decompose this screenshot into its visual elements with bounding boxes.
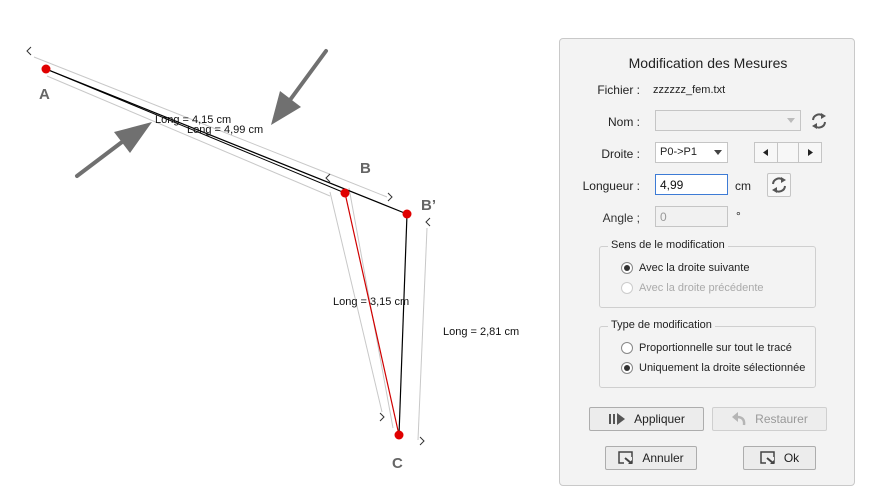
name-label: Nom : (607, 115, 640, 129)
label-point-b: B (360, 160, 371, 177)
next-line-button[interactable] (798, 142, 822, 163)
radio-selected-line-only[interactable] (621, 362, 633, 374)
type-group: Type de modification Proportionnelle sur… (599, 319, 816, 388)
ok-icon (760, 451, 775, 464)
cancel-icon (618, 451, 634, 464)
option-previous-line[interactable]: Avec la droite précédente (639, 282, 764, 294)
segment-b-prime-c[interactable] (398, 213, 408, 436)
undo-arrow-icon (732, 412, 746, 426)
point-b-prime[interactable] (402, 209, 412, 219)
direction-group-title: Sens de le modification (608, 239, 728, 251)
label-point-b-prime: B’ (421, 197, 436, 214)
angle-label: Angle ; (602, 211, 640, 225)
previous-line-button[interactable] (754, 142, 778, 163)
arrow-icon (271, 49, 328, 125)
line-dropdown[interactable]: P0->P1 (655, 142, 728, 163)
option-next-line[interactable]: Avec la droite suivante (639, 262, 749, 274)
angle-value: 0 (660, 210, 667, 224)
cancel-label: Annuler (642, 451, 684, 465)
apply-arrow-icon (609, 413, 626, 425)
segment-a-b-modified[interactable] (45, 68, 408, 215)
recalculate-button[interactable] (767, 173, 791, 197)
line-label: Droite : (601, 147, 640, 161)
restore-label: Restaurer (755, 412, 808, 426)
dialog-title: Modification des Mesures (628, 55, 788, 71)
apply-button[interactable]: Appliquer (589, 407, 704, 431)
radio-previous-line[interactable] (621, 282, 633, 294)
cancel-button[interactable]: Annuler (605, 446, 697, 470)
measure-bc-modified: Long = 2,81 cm (443, 326, 519, 338)
point-b[interactable] (340, 188, 350, 198)
radio-proportional[interactable] (621, 342, 633, 354)
drawing-canvas[interactable]: A B B’ C Long = 4,15 cm Long = 4,99 cm L… (0, 0, 540, 498)
arrow-icon (75, 122, 152, 178)
length-unit: cm (735, 179, 751, 193)
caret-right-icon (808, 149, 813, 156)
option-selected-line-only[interactable]: Uniquement la droite sélectionnée (639, 362, 805, 374)
type-group-title: Type de modification (608, 319, 715, 331)
apply-label: Appliquer (634, 412, 685, 426)
label-point-a: A (39, 86, 50, 103)
angle-input[interactable]: 0 (655, 206, 728, 227)
length-input[interactable] (655, 174, 728, 195)
file-value: zzzzzz_fem.txt (653, 84, 726, 96)
name-dropdown[interactable] (655, 110, 801, 131)
chevron-markers (26, 46, 431, 446)
restore-button[interactable]: Restaurer (712, 407, 827, 431)
measure-bc-original: Long = 3,15 cm (333, 296, 409, 308)
radio-next-line[interactable] (621, 262, 633, 274)
label-point-c: C (392, 455, 403, 472)
refresh-icon[interactable] (809, 111, 829, 131)
file-label: Fichier : (597, 83, 640, 97)
point-a[interactable] (41, 64, 51, 74)
chevron-down-icon (714, 150, 722, 155)
direction-group: Sens de le modification Avec la droite s… (599, 239, 816, 308)
modification-dialog: Modification des Mesures Fichier : zzzzz… (559, 38, 855, 486)
chevron-down-icon (787, 118, 795, 123)
ok-label: Ok (783, 451, 800, 465)
ok-button[interactable]: Ok (743, 446, 816, 470)
length-label: Longueur : (582, 179, 640, 193)
measure-ab-modified: Long = 4,99 cm (187, 124, 263, 136)
angle-unit: ° (736, 209, 741, 223)
option-proportional[interactable]: Proportionnelle sur tout le tracé (639, 342, 792, 354)
point-c[interactable] (394, 430, 404, 440)
caret-left-icon (763, 149, 768, 156)
segment-b-c-selected[interactable] (344, 192, 400, 436)
line-value: P0->P1 (660, 146, 697, 158)
refresh-icon (772, 177, 786, 193)
line-spacer (778, 142, 798, 163)
name-value (656, 108, 664, 128)
